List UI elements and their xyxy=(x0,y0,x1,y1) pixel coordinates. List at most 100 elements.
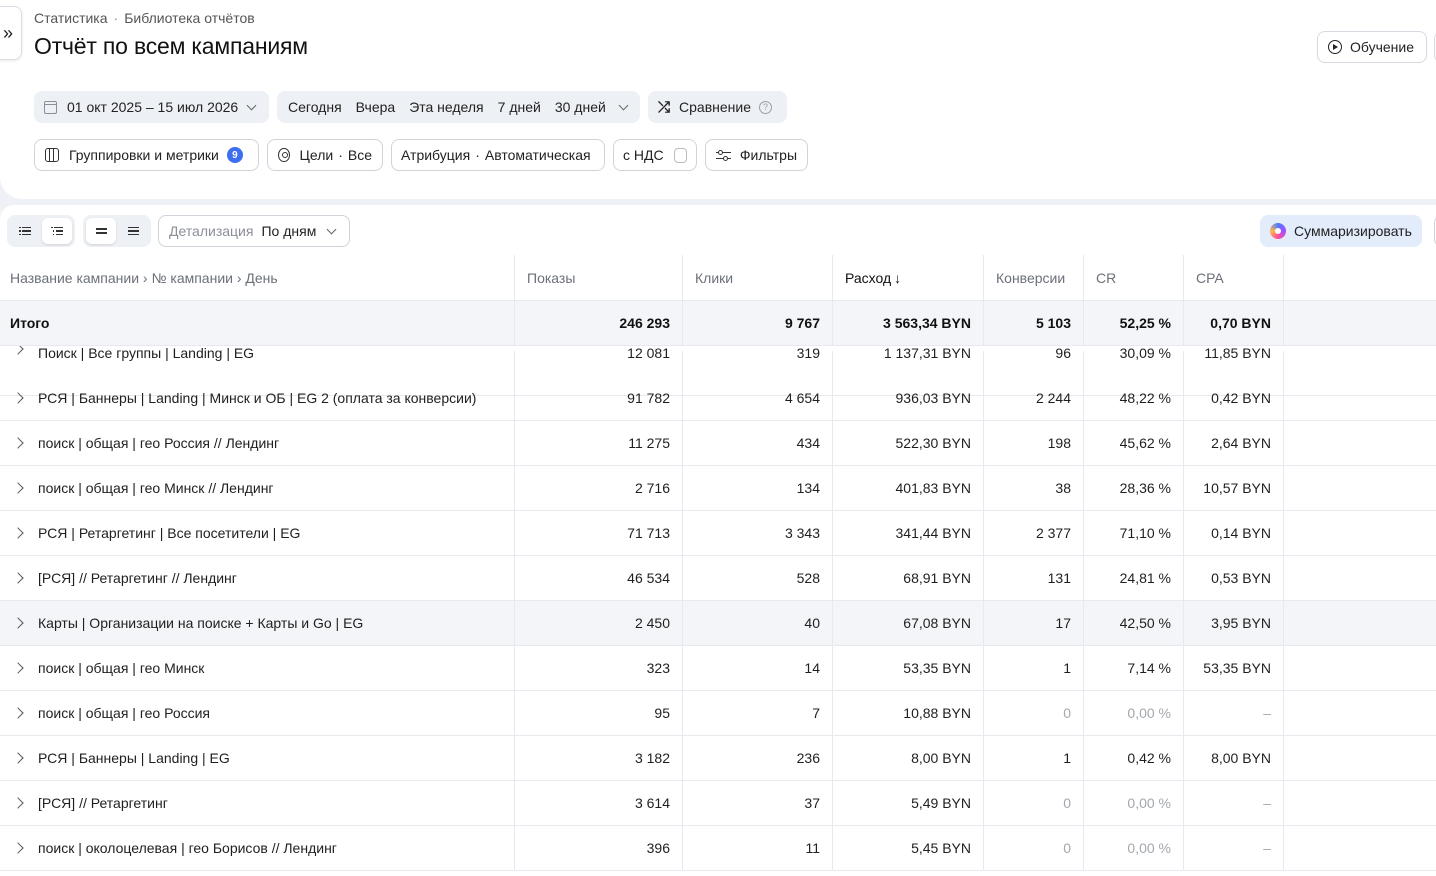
spend-cell: 522,30 BYN xyxy=(833,421,984,465)
total-impressions: 246 293 xyxy=(515,301,683,345)
groupings-metrics-button[interactable]: Группировки и метрики 9 xyxy=(34,139,259,171)
expand-chevron-icon[interactable] xyxy=(12,572,24,584)
expand-chevron-icon[interactable] xyxy=(12,437,24,449)
breadcrumb-root[interactable]: Статистика xyxy=(34,10,108,26)
flat-list-view-button[interactable] xyxy=(10,218,40,244)
conversions-cell: 17 xyxy=(984,601,1084,645)
conversions-cell: 0 xyxy=(984,826,1084,870)
expand-chevron-icon[interactable] xyxy=(12,662,24,674)
learn-button[interactable]: Обучение xyxy=(1317,31,1428,63)
impressions-cell: 3 614 xyxy=(515,781,683,825)
campaign-name[interactable]: Карты | Организации на поиске + Карты и … xyxy=(38,615,363,631)
header-cr[interactable]: CR xyxy=(1084,255,1184,300)
header-campaign-name[interactable]: Название кампании › № кампании › День xyxy=(0,255,515,300)
compact-density-button[interactable] xyxy=(118,218,148,244)
cpa-cell: – xyxy=(1184,826,1284,870)
preset-yesterday[interactable]: Вчера xyxy=(356,99,396,115)
row-spacer xyxy=(1284,556,1436,600)
campaign-name[interactable]: [РСЯ] // Ретаргетинг xyxy=(38,795,168,811)
table-row[interactable]: поиск | околоцелевая | гео Борисов // Ле… xyxy=(0,826,1436,871)
goals-value: Все xyxy=(347,147,372,163)
total-row: Итого 246 293 9 767 3 563,34 BYN 5 103 5… xyxy=(0,301,1436,346)
expand-chevron-icon[interactable] xyxy=(12,707,24,719)
campaign-name-cell: поиск | общая | гео Россия xyxy=(0,691,515,735)
goals-button[interactable]: Цели · Все xyxy=(267,139,383,171)
table-row[interactable]: [РСЯ] // Ретаргетинг 3 614 37 5,49 BYN 0 0,00… xyxy=(0,781,1436,826)
campaign-name[interactable]: поиск | общая | гео Россия // Лендинг xyxy=(38,435,279,451)
chevron-down-icon[interactable] xyxy=(618,100,629,110)
expand-chevron-icon[interactable] xyxy=(12,392,24,404)
table-row[interactable]: РСЯ | Баннеры | Landing | EG 3 182 236 8,00… xyxy=(0,736,1436,781)
compare-button[interactable]: ⤮ Сравнение ? xyxy=(648,91,787,123)
preset-this-week[interactable]: Эта неделя xyxy=(409,99,483,115)
spend-cell: 341,44 BYN xyxy=(833,511,984,555)
campaign-name[interactable]: РСЯ | Баннеры | Landing | EG xyxy=(38,750,230,766)
attribution-label: Атрибуция xyxy=(401,147,471,163)
comfortable-density-button[interactable] xyxy=(86,218,116,244)
date-range-picker[interactable]: 01 окт 2025 – 15 июл 2026 xyxy=(34,91,269,123)
row-spacer xyxy=(1284,646,1436,690)
cpa-cell: 0,42 BYN xyxy=(1184,376,1284,420)
header-impressions[interactable]: Показы xyxy=(515,255,683,300)
filters-label: Фильтры xyxy=(739,147,797,163)
tree-list-view-button[interactable] xyxy=(42,218,72,244)
campaign-name[interactable]: поиск | общая | гео Россия xyxy=(38,705,210,721)
campaign-name[interactable]: РСЯ | Ретаргетинг | Все посетители | EG xyxy=(38,525,300,541)
row-spacer xyxy=(1284,466,1436,510)
summarize-label: Суммаризировать xyxy=(1294,223,1412,239)
attribution-button[interactable]: Атрибуция · Автоматическая xyxy=(391,139,605,171)
vat-toggle[interactable]: с НДС xyxy=(613,139,697,171)
chevron-down-icon xyxy=(246,100,257,110)
filters-button[interactable]: Фильтры xyxy=(705,139,808,171)
report-header-card: » Статистика · Библиотека отчётов Отчёт … xyxy=(0,0,1436,199)
table-row[interactable]: поиск | общая | гео Минск // Лендинг 2 71… xyxy=(0,466,1436,511)
preset-7-days[interactable]: 7 дней xyxy=(498,99,541,115)
table-row[interactable]: РСЯ | Баннеры | Landing | Минск и ОБ | E… xyxy=(0,376,1436,421)
header-conversions[interactable]: Конверсии xyxy=(984,255,1084,300)
cpa-cell: 10,57 BYN xyxy=(1184,466,1284,510)
table-row[interactable]: Карты | Организации на поиске + Карты и … xyxy=(0,601,1436,646)
total-clicks: 9 767 xyxy=(683,301,833,345)
header-clicks[interactable]: Клики xyxy=(683,255,833,300)
campaign-name[interactable]: поиск | околоцелевая | гео Борисов // Ле… xyxy=(38,840,337,856)
expand-chevron-icon[interactable] xyxy=(12,752,24,764)
double-chevron-right-icon: » xyxy=(2,22,13,43)
expand-chevron-icon[interactable] xyxy=(12,842,24,854)
header-cpa[interactable]: CPA xyxy=(1184,255,1284,300)
expand-sidebar-button[interactable]: » xyxy=(0,6,22,60)
compare-label: Сравнение xyxy=(679,99,751,115)
campaign-name[interactable]: РСЯ | Баннеры | Landing | Минск и ОБ | E… xyxy=(38,390,476,406)
summarize-button[interactable]: Суммаризировать xyxy=(1260,215,1422,247)
preset-30-days[interactable]: 30 дней xyxy=(555,99,606,115)
spend-cell: 5,45 BYN xyxy=(833,826,984,870)
impressions-cell: 91 782 xyxy=(515,376,683,420)
expand-chevron-icon[interactable] xyxy=(12,482,24,494)
table-row[interactable]: [РСЯ] // Ретаргетинг // Лендинг 46 534 528… xyxy=(0,556,1436,601)
cpa-cell: 0,53 BYN xyxy=(1184,556,1284,600)
expand-chevron-icon[interactable] xyxy=(12,617,24,629)
expand-chevron-icon[interactable] xyxy=(12,797,24,809)
table-row[interactable]: РСЯ | Ретаргетинг | Все посетители | EG 7… xyxy=(0,511,1436,556)
groupings-count-badge: 9 xyxy=(226,147,243,163)
vat-checkbox[interactable] xyxy=(673,147,687,163)
breadcrumb-current[interactable]: Библиотека отчётов xyxy=(124,10,254,26)
table-row[interactable]: поиск | общая | гео Россия 95 7 10,88 BYN 0 0… xyxy=(0,691,1436,736)
ai-sparkle-icon xyxy=(1270,223,1286,239)
campaign-name-cell: РСЯ | Баннеры | Landing | EG xyxy=(0,736,515,780)
campaign-name[interactable]: поиск | общая | гео Минск // Лендинг xyxy=(38,480,274,496)
campaign-name[interactable]: [РСЯ] // Ретаргетинг // Лендинг xyxy=(38,570,237,586)
campaign-name[interactable]: Поиск | Все группы | Landing | EG xyxy=(38,345,254,361)
help-icon[interactable]: ? xyxy=(759,100,772,114)
preset-today[interactable]: Сегодня xyxy=(288,99,342,115)
separator-dot: · xyxy=(338,147,343,163)
impressions-cell: 2 716 xyxy=(515,466,683,510)
campaign-name[interactable]: поиск | общая | гео Минск xyxy=(38,660,204,676)
table-row[interactable]: поиск | общая | гео Минск 323 14 53,35 BYN 1… xyxy=(0,646,1436,691)
impressions-cell: 2 450 xyxy=(515,601,683,645)
page-title: Отчёт по всем кампаниям xyxy=(34,33,308,59)
header-spend[interactable]: Расход ↓ xyxy=(833,255,984,300)
detail-select[interactable]: Детализация По дням xyxy=(158,215,351,247)
expand-chevron-icon[interactable] xyxy=(12,527,24,539)
groupings-label: Группировки и метрики xyxy=(69,147,219,163)
table-row[interactable]: поиск | общая | гео Россия // Лендинг 11 … xyxy=(0,421,1436,466)
